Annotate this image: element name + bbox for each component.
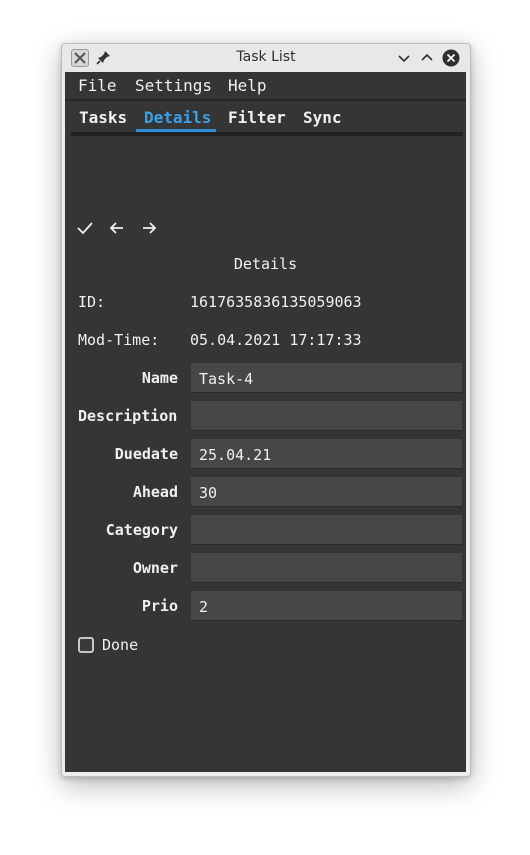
- task-list-window: Task List File Settings Help Tasks Detai…: [61, 43, 471, 777]
- ahead-label: Ahead: [132, 483, 178, 501]
- id-value: 1617635836135059063: [190, 293, 362, 311]
- arrow-right-icon[interactable]: [139, 218, 159, 238]
- menu-bar: File Settings Help: [65, 72, 466, 98]
- done-label[interactable]: Done: [102, 636, 138, 654]
- title-bar[interactable]: Task List: [62, 44, 470, 72]
- id-label: ID:: [78, 293, 106, 311]
- owner-label: Owner: [132, 559, 178, 577]
- tab-tasks[interactable]: Tasks: [79, 108, 127, 127]
- tab-sync[interactable]: Sync: [303, 108, 342, 127]
- category-field[interactable]: [191, 515, 462, 545]
- minimize-icon[interactable]: [395, 49, 413, 67]
- name-label: Name: [141, 369, 178, 387]
- client-area: File Settings Help Tasks Details Filter …: [65, 72, 466, 772]
- tab-details[interactable]: Details: [144, 108, 211, 127]
- tab-filter[interactable]: Filter: [228, 108, 286, 127]
- ahead-field[interactable]: 30: [191, 477, 462, 507]
- maximize-icon[interactable]: [418, 49, 436, 67]
- category-label: Category: [105, 521, 178, 539]
- menu-separator: [65, 99, 466, 101]
- description-field[interactable]: [191, 401, 462, 431]
- details-heading: Details: [233, 255, 298, 273]
- owner-field[interactable]: [191, 553, 462, 583]
- name-field[interactable]: Task-4: [191, 363, 462, 393]
- prio-label: Prio: [141, 597, 178, 615]
- description-label: Description: [78, 407, 178, 425]
- menu-file[interactable]: File: [78, 76, 117, 95]
- close-icon[interactable]: [442, 49, 460, 67]
- duedate-label: Duedate: [114, 445, 178, 463]
- tab-bar: Tasks Details Filter Sync: [71, 102, 463, 136]
- menu-settings[interactable]: Settings: [135, 76, 212, 95]
- menu-help[interactable]: Help: [228, 76, 267, 95]
- arrow-left-icon[interactable]: [107, 218, 127, 238]
- tab-divider: [71, 132, 463, 136]
- modtime-label: Mod-Time:: [78, 331, 160, 349]
- duedate-field[interactable]: 25.04.21: [191, 439, 462, 469]
- done-checkbox[interactable]: [78, 637, 94, 653]
- modtime-value: 05.04.2021 17:17:33: [190, 331, 362, 349]
- checkmark-icon[interactable]: [75, 218, 95, 238]
- prio-field[interactable]: 2: [191, 591, 462, 621]
